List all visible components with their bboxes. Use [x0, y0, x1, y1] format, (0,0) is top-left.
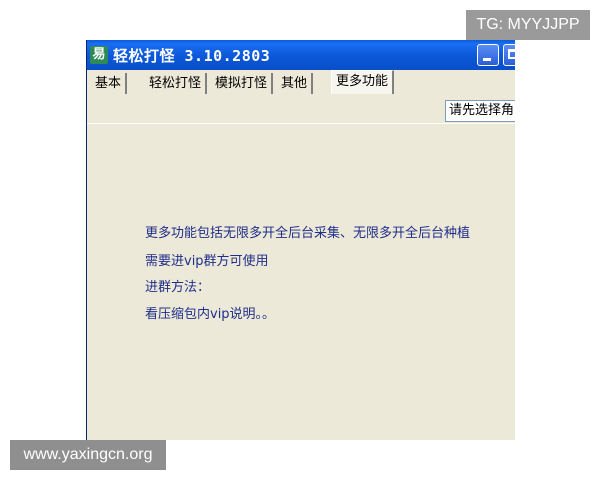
more-features-panel: 更多功能包括无限多开全后台采集、无限多开全后台种植 需要进vip群方可使用 进群…: [87, 95, 515, 440]
maximize-icon: [508, 49, 515, 59]
info-line-vip-required: 需要进vip群方可使用: [145, 254, 269, 269]
tab-more-features[interactable]: 更多功能: [331, 70, 395, 94]
maximize-button[interactable]: [503, 44, 515, 66]
site-watermark: www.yaxingcn.org: [10, 440, 166, 470]
tab-easy-combat[interactable]: 轻松打怪: [145, 73, 208, 94]
tg-badge: TG: MYYJJPP: [466, 10, 590, 40]
minimize-icon: [483, 58, 491, 61]
info-line-see-readme: 看压缩包内vip说明。。: [145, 307, 276, 322]
app-icon: 易: [90, 46, 108, 64]
tab-other[interactable]: 其他: [277, 73, 314, 94]
minimize-button[interactable]: [477, 44, 499, 66]
title-bar[interactable]: 易 轻松打怪 3.10.2803: [87, 40, 515, 70]
tab-simulated-combat[interactable]: 模拟打怪: [211, 73, 274, 94]
info-line-features: 更多功能包括无限多开全后台采集、无限多开全后台种植: [145, 226, 471, 241]
window-title: 轻松打怪 3.10.2803: [113, 47, 271, 65]
info-line-join-method: 进群方法：: [145, 280, 211, 295]
tab-basic[interactable]: 基本: [91, 73, 128, 94]
app-window: 易 轻松打怪 3.10.2803 基本 轻松打怪 模拟打怪 其他 更多功能 请先…: [86, 40, 515, 440]
tab-strip: 基本 轻松打怪 模拟打怪 其他 更多功能 请先选择角: [87, 70, 515, 124]
